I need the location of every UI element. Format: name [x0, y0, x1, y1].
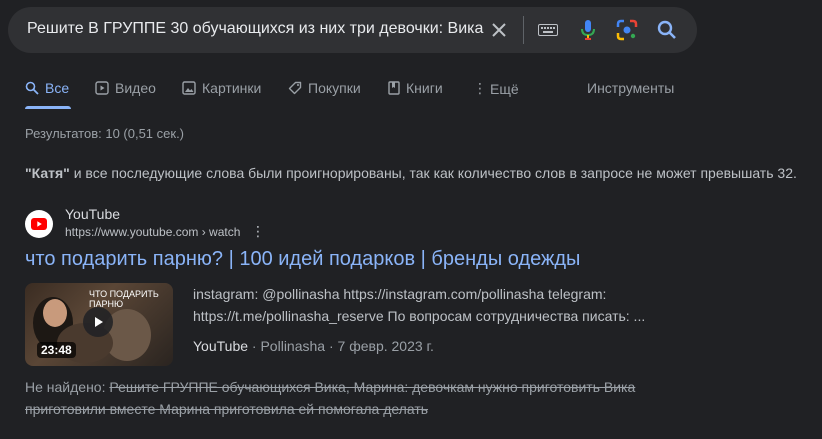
tab-label: Книги — [406, 80, 443, 96]
tab-images[interactable]: Картинки — [182, 80, 261, 96]
missing-terms: Не найдено: Решите ГРУППЕ обучающихся Ви… — [25, 376, 645, 420]
search-icon[interactable] — [655, 18, 679, 42]
more-icon: ⋮ — [473, 80, 487, 96]
tab-label: Ещё — [490, 80, 519, 97]
tab-shopping[interactable]: Покупки — [288, 80, 361, 96]
tab-books[interactable]: Книги — [388, 80, 443, 96]
play-icon — [95, 81, 109, 95]
tab-label: Картинки — [202, 80, 262, 96]
tab-more[interactable]: ⋮ Ещё — [473, 80, 519, 97]
result-meta: YouTube · Pollinasha · 7 февр. 2023 г. — [193, 338, 434, 354]
tab-video[interactable]: Видео — [95, 80, 156, 96]
site-url[interactable]: https://www.youtube.com › watch — [65, 225, 240, 239]
meta-author: Pollinasha — [260, 338, 326, 354]
missing-terms-list: Решите ГРУППЕ обучающихся Вика, Марина: … — [25, 379, 636, 417]
active-tab-indicator — [25, 106, 71, 109]
meta-date: 7 февр. 2023 г. — [337, 338, 434, 354]
search-bar[interactable]: Решите В ГРУППЕ 30 обучающихся из них тр… — [8, 7, 697, 53]
ignored-word: "Катя" — [25, 165, 70, 181]
meta-separator: · — [248, 338, 261, 354]
tab-all[interactable]: Все — [25, 80, 69, 96]
tab-label: Видео — [115, 80, 156, 96]
video-thumbnail[interactable]: ЧТО ПОДАРИТЬ ПАРНЮ 23:48 — [25, 283, 173, 366]
more-options-icon[interactable]: ⋮ — [251, 223, 265, 240]
result-stats: Результатов: 10 (0,51 сек.) — [25, 126, 185, 141]
meta-separator: · — [325, 338, 338, 354]
video-duration: 23:48 — [37, 342, 76, 358]
search-input[interactable]: Решите В ГРУППЕ 30 обучающихся из них тр… — [27, 20, 485, 38]
mic-icon[interactable] — [576, 18, 600, 42]
lens-icon[interactable] — [615, 18, 639, 42]
missing-label: Не найдено: — [25, 379, 110, 395]
result-title-link[interactable]: что подарить парню? | 100 идей подарков … — [25, 248, 580, 271]
tab-label: Покупки — [308, 80, 361, 96]
meta-source: YouTube — [193, 338, 249, 354]
tab-label: Все — [45, 80, 70, 96]
image-icon — [182, 81, 196, 95]
play-icon[interactable] — [83, 307, 113, 337]
keyboard-icon[interactable] — [536, 18, 560, 42]
tools-button[interactable]: Инструменты — [587, 80, 674, 96]
tag-icon — [288, 81, 302, 95]
thumbnail-caption: ЧТО ПОДАРИТЬ ПАРНЮ — [89, 289, 159, 309]
site-name[interactable]: YouTube — [65, 206, 120, 222]
book-icon — [388, 81, 400, 95]
ignored-words-notice: "Катя" и все последующие слова были прои… — [25, 165, 797, 181]
result-snippet: instagram: @pollinasha https://instagram… — [193, 286, 646, 324]
search-bar-divider — [523, 16, 524, 44]
close-icon[interactable] — [487, 18, 511, 42]
youtube-icon[interactable] — [25, 210, 53, 238]
notice-text: и все последующие слова были проигнориро… — [69, 165, 797, 181]
search-icon — [25, 81, 39, 95]
